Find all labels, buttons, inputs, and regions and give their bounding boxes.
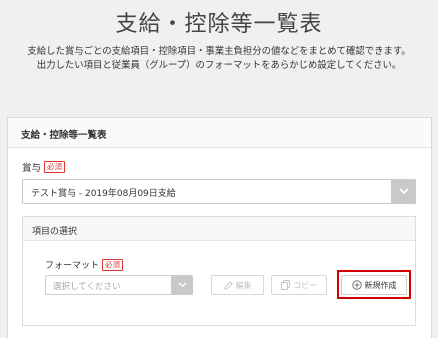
bonus-select[interactable]: テスト賞与 - 2019年08月09日支給 — [22, 179, 416, 204]
edit-button-label: 編集 — [235, 280, 252, 290]
description-line-2: 出力したい項目と従業員（グループ）のフォーマットをあらかじめ設定してください。 — [36, 60, 402, 71]
new-button[interactable]: 新規作成 — [341, 275, 407, 295]
chevron-down-icon[interactable] — [391, 179, 416, 204]
plus-circle-icon — [351, 280, 362, 290]
bonus-field-label: 賞与 必須 — [22, 160, 66, 174]
edit-button[interactable]: 編集 — [211, 275, 264, 295]
bonus-select-value: テスト賞与 - 2019年08月09日支給 — [31, 189, 176, 199]
format-select[interactable]: 選択してください — [45, 275, 193, 295]
bonus-label: 賞与 — [22, 163, 42, 174]
page-description: 支給した賞与ごとの支給項目・控除項目・事業主負担分の値などをまとめて確認できます… — [0, 45, 438, 73]
pencil-icon — [223, 280, 233, 290]
new-button-label: 新規作成 — [364, 280, 397, 290]
main-panel: 支給・控除等一覧表 賞与 必須 テスト賞与 - 2019年08月09日支給 項目… — [7, 117, 432, 338]
items-section: 項目の選択 フォーマット 必須 選択してください 編集 コピー 新規作成 — [22, 216, 416, 326]
chevron-down-icon[interactable] — [171, 275, 193, 295]
copy-button[interactable]: コピー — [271, 275, 327, 295]
panel-header: 支給・控除等一覧表 — [8, 118, 431, 148]
format-select-placeholder: 選択してください — [53, 282, 121, 292]
page-title: 支給・控除等一覧表 — [115, 12, 323, 37]
required-badge: 必須 — [102, 258, 124, 271]
items-section-header: 項目の選択 — [23, 217, 415, 241]
format-field-label: フォーマット 必須 — [45, 258, 124, 271]
format-label: フォーマット — [45, 261, 100, 271]
required-badge: 必須 — [44, 161, 66, 173]
description-line-1: 支給した賞与ごとの支給項目・控除項目・事業主負担分の値などをまとめて確認できます… — [27, 46, 411, 57]
copy-button-label: コピー — [293, 280, 317, 290]
copy-icon — [281, 280, 290, 290]
